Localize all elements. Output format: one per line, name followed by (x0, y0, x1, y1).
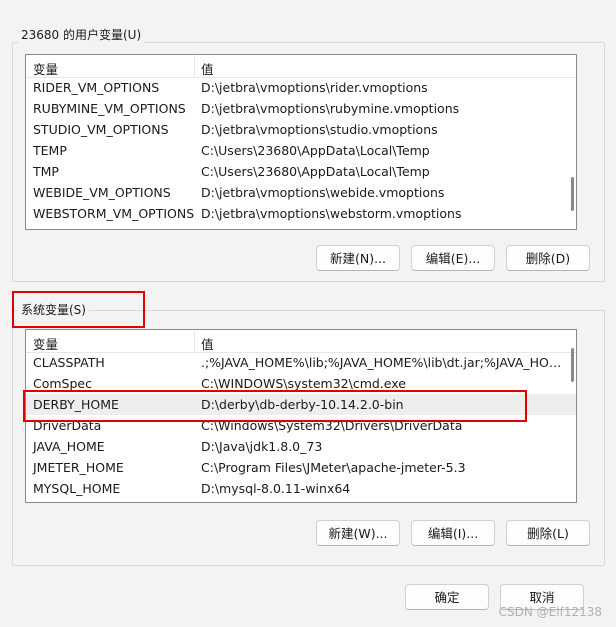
table-row[interactable]: JMETER_HOME C:\Program Files\JMeter\apach… (26, 457, 576, 478)
user-variables-scrollbar[interactable] (571, 177, 574, 211)
ok-button[interactable]: 确定 (405, 584, 489, 610)
variable-name: STUDIO_VM_OPTIONS (33, 122, 169, 137)
user-delete-button[interactable]: 删除(D) (506, 245, 590, 271)
variable-value: D:\Java\jdk1.8.0_73 (201, 439, 323, 454)
variable-value: D:\jetbra\vmoptions\webstorm.vmoptions (201, 206, 462, 221)
user-new-button[interactable]: 新建(N)... (316, 245, 400, 271)
watermark: CSDN @Elf12138 (498, 605, 602, 619)
user-variables-title: 23680 的用户变量(U) (18, 26, 145, 43)
variable-value: C:\Program Files\JMeter\apache-jmeter-5.… (201, 460, 466, 475)
column-header-value[interactable]: 值 (201, 334, 214, 353)
column-separator[interactable] (194, 55, 195, 77)
variable-name: RUBYMINE_VM_OPTIONS (33, 101, 186, 116)
variable-name: MYSQL_HOME (33, 481, 121, 496)
table-row[interactable]: TEMP C:\Users\23680\AppData\Local\Temp (26, 140, 576, 161)
user-variables-header: 变量 值 (26, 55, 576, 78)
variable-name: JMETER_HOME (33, 460, 124, 475)
variable-name: WEBIDE_VM_OPTIONS (33, 185, 171, 200)
table-row[interactable]: WEBSTORM_VM_OPTIONS D:\jetbra\vmoptions\w… (26, 203, 576, 224)
column-header-name[interactable]: 变量 (33, 59, 58, 78)
variable-name: TMP (33, 164, 59, 179)
table-row[interactable]: STUDIO_VM_OPTIONS D:\jetbra\vmoptions\stu… (26, 119, 576, 140)
variable-value: D:\mysql-8.0.11-winx64 (201, 481, 351, 496)
system-variables-rows: CLASSPATH .;%JAVA_HOME%\lib;%JAVA_HOME%\l… (26, 352, 576, 499)
system-edit-button[interactable]: 编辑(I)... (411, 520, 495, 546)
variable-value: D:\jetbra\vmoptions\studio.vmoptions (201, 122, 438, 137)
variable-value: C:\Users\23680\AppData\Local\Temp (201, 164, 430, 179)
variable-value: D:\jetbra\vmoptions\webide.vmoptions (201, 185, 445, 200)
variable-name: CLASSPATH (33, 355, 105, 370)
column-header-value[interactable]: 值 (201, 59, 214, 78)
column-header-name[interactable]: 变量 (33, 334, 58, 353)
system-variables-header: 变量 值 (26, 330, 576, 353)
table-row[interactable]: RUBYMINE_VM_OPTIONS D:\jetbra\vmoptions\r… (26, 98, 576, 119)
table-row[interactable]: TMP C:\Users\23680\AppData\Local\Temp (26, 161, 576, 182)
variable-value: D:\jetbra\vmoptions\rider.vmoptions (201, 80, 428, 95)
column-separator[interactable] (194, 330, 195, 352)
variable-value: C:\Users\23680\AppData\Local\Temp (201, 143, 430, 158)
system-variables-scrollbar[interactable] (571, 348, 574, 382)
system-new-button[interactable]: 新建(W)... (316, 520, 400, 546)
variable-name: TEMP (33, 143, 67, 158)
variable-name: WEBSTORM_VM_OPTIONS (33, 206, 195, 221)
annotation-box-derby-row (23, 390, 527, 422)
variable-name: JAVA_HOME (33, 439, 105, 454)
user-edit-button[interactable]: 编辑(E)... (411, 245, 495, 271)
table-row[interactable]: WEBIDE_VM_OPTIONS D:\jetbra\vmoptions\web… (26, 182, 576, 203)
annotation-box-system-title (12, 291, 145, 328)
user-variables-list[interactable]: 变量 值 RIDER_VM_OPTIONS D:\jetbra\vmoptions… (25, 54, 577, 230)
variable-name: RIDER_VM_OPTIONS (33, 80, 160, 95)
variable-value: .;%JAVA_HOME%\lib;%JAVA_HOME%\lib\dt.jar… (201, 355, 568, 370)
table-row[interactable]: JAVA_HOME D:\Java\jdk1.8.0_73 (26, 436, 576, 457)
system-delete-button[interactable]: 删除(L) (506, 520, 590, 546)
table-row[interactable]: CLASSPATH .;%JAVA_HOME%\lib;%JAVA_HOME%\l… (26, 352, 576, 373)
table-row[interactable]: RIDER_VM_OPTIONS D:\jetbra\vmoptions\ride… (26, 77, 576, 98)
user-variables-rows: RIDER_VM_OPTIONS D:\jetbra\vmoptions\ride… (26, 77, 576, 224)
variable-value: D:\jetbra\vmoptions\rubymine.vmoptions (201, 101, 460, 116)
table-row[interactable]: MYSQL_HOME D:\mysql-8.0.11-winx64 (26, 478, 576, 499)
